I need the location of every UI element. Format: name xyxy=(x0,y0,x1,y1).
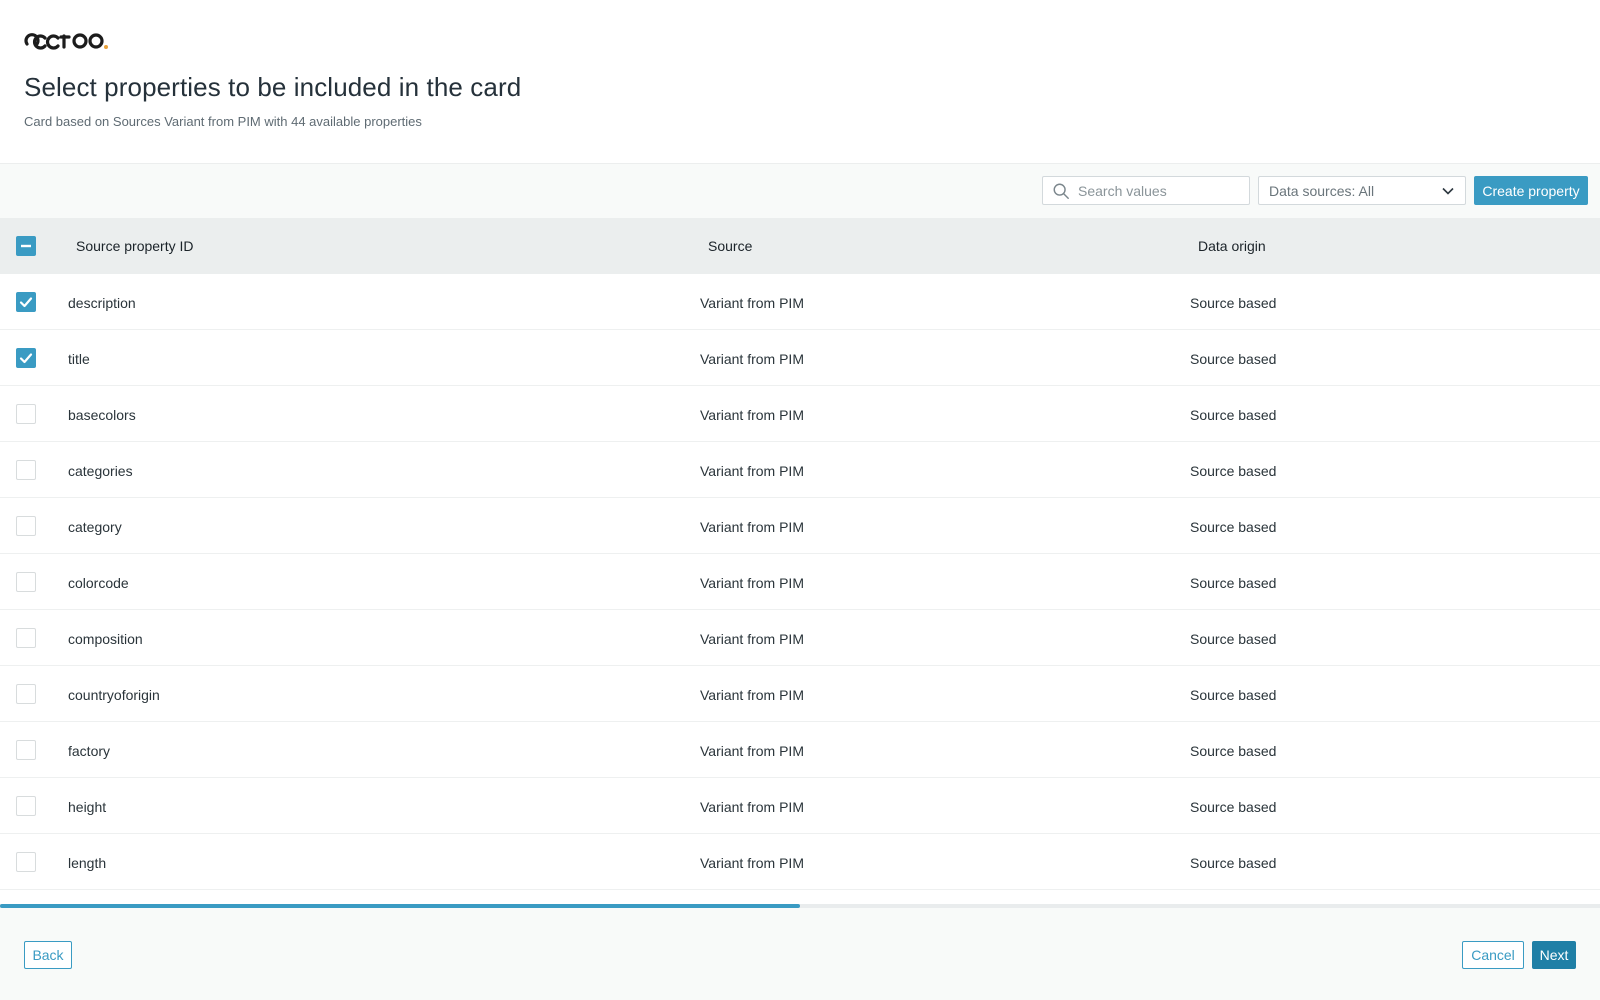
chevron-down-icon xyxy=(1442,187,1454,195)
cell-property-id: category xyxy=(68,519,122,535)
row-checkbox[interactable] xyxy=(16,628,36,648)
table-row[interactable]: description Variant from PIM Source based xyxy=(0,274,1600,330)
cell-source: Variant from PIM xyxy=(700,575,804,591)
table-row[interactable]: categories Variant from PIM Source based xyxy=(0,442,1600,498)
column-header-source[interactable]: Source xyxy=(708,238,752,254)
cell-property-id: categories xyxy=(68,463,133,479)
page-header: Select properties to be included in the … xyxy=(0,0,1600,164)
row-checkbox[interactable] xyxy=(16,292,36,312)
properties-table: Source property ID Source Data origin de… xyxy=(0,218,1600,890)
table-row[interactable]: countryoforigin Variant from PIM Source ba… xyxy=(0,666,1600,722)
cell-property-id: colorcode xyxy=(68,575,129,591)
cell-property-id: description xyxy=(68,295,136,311)
occtoo-logo xyxy=(24,30,124,50)
logo-dot-icon xyxy=(104,45,108,49)
column-header-source-property-id[interactable]: Source property ID xyxy=(76,238,194,254)
cancel-button[interactable]: Cancel xyxy=(1462,941,1524,969)
next-button[interactable]: Next xyxy=(1532,941,1576,969)
cell-source: Variant from PIM xyxy=(700,463,804,479)
table-row[interactable]: composition Variant from PIM Source based xyxy=(0,610,1600,666)
table-row[interactable]: colorcode Variant from PIM Source based xyxy=(0,554,1600,610)
row-checkbox[interactable] xyxy=(16,460,36,480)
cell-data-origin: Source based xyxy=(1190,799,1277,815)
cell-source: Variant from PIM xyxy=(700,351,804,367)
cell-source: Variant from PIM xyxy=(700,407,804,423)
cell-data-origin: Source based xyxy=(1190,295,1277,311)
row-checkbox[interactable] xyxy=(16,684,36,704)
page-footer: Back Cancel Next xyxy=(0,908,1600,1000)
cell-source: Variant from PIM xyxy=(700,519,804,535)
page-title: Select properties to be included in the … xyxy=(24,72,522,102)
search-icon xyxy=(1053,183,1069,199)
cell-data-origin: Source based xyxy=(1190,575,1277,591)
cell-source: Variant from PIM xyxy=(700,295,804,311)
table-toolbar: Data sources: All Create property xyxy=(0,164,1600,218)
cell-property-id: height xyxy=(68,799,107,815)
row-checkbox[interactable] xyxy=(16,796,36,816)
cell-source: Variant from PIM xyxy=(700,855,804,871)
minus-icon xyxy=(21,244,31,248)
cell-data-origin: Source based xyxy=(1190,463,1277,479)
cell-property-id: length xyxy=(68,855,107,871)
cell-property-id: factory xyxy=(68,743,111,759)
column-header-data-origin[interactable]: Data origin xyxy=(1198,238,1266,254)
cell-data-origin: Source based xyxy=(1190,407,1277,423)
cell-data-origin: Source based xyxy=(1190,519,1277,535)
cell-data-origin: Source based xyxy=(1190,351,1277,367)
row-checkbox[interactable] xyxy=(16,348,36,368)
cell-data-origin: Source based xyxy=(1190,631,1277,647)
cell-source: Variant from PIM xyxy=(700,743,804,759)
cell-source: Variant from PIM xyxy=(700,687,804,703)
table-row[interactable]: title Variant from PIM Source based xyxy=(0,330,1600,386)
row-checkbox[interactable] xyxy=(16,572,36,592)
cell-property-id: basecolors xyxy=(68,407,136,423)
cell-data-origin: Source based xyxy=(1190,687,1277,703)
row-checkbox[interactable] xyxy=(16,404,36,424)
data-sources-select[interactable]: Data sources: All xyxy=(1258,176,1466,205)
cell-property-id: countryoforigin xyxy=(68,687,160,703)
cell-source: Variant from PIM xyxy=(700,799,804,815)
row-checkbox[interactable] xyxy=(16,852,36,872)
search-input[interactable] xyxy=(1078,182,1238,199)
cell-data-origin: Source based xyxy=(1190,855,1277,871)
cell-data-origin: Source based xyxy=(1190,743,1277,759)
create-property-button[interactable]: Create property xyxy=(1474,176,1588,205)
page-subtitle: Card based on Sources Variant from PIM w… xyxy=(24,114,422,129)
data-sources-label: Data sources: All xyxy=(1269,182,1375,199)
back-button[interactable]: Back xyxy=(24,941,72,969)
checkmark-icon xyxy=(19,353,33,364)
table-row[interactable]: category Variant from PIM Source based xyxy=(0,498,1600,554)
search-box[interactable] xyxy=(1042,176,1250,205)
cell-property-id: composition xyxy=(68,631,143,647)
table-row[interactable]: basecolors Variant from PIM Source based xyxy=(0,386,1600,442)
select-all-checkbox[interactable] xyxy=(16,236,36,256)
table-row[interactable]: length Variant from PIM Source based xyxy=(0,834,1600,890)
cell-source: Variant from PIM xyxy=(700,631,804,647)
cell-property-id: title xyxy=(68,351,90,367)
checkmark-icon xyxy=(19,297,33,308)
table-row[interactable]: factory Variant from PIM Source based xyxy=(0,722,1600,778)
table-row[interactable]: height Variant from PIM Source based xyxy=(0,778,1600,834)
table-body: description Variant from PIM Source based t… xyxy=(0,274,1600,890)
table-header: Source property ID Source Data origin xyxy=(0,218,1600,274)
row-checkbox[interactable] xyxy=(16,516,36,536)
row-checkbox[interactable] xyxy=(16,740,36,760)
